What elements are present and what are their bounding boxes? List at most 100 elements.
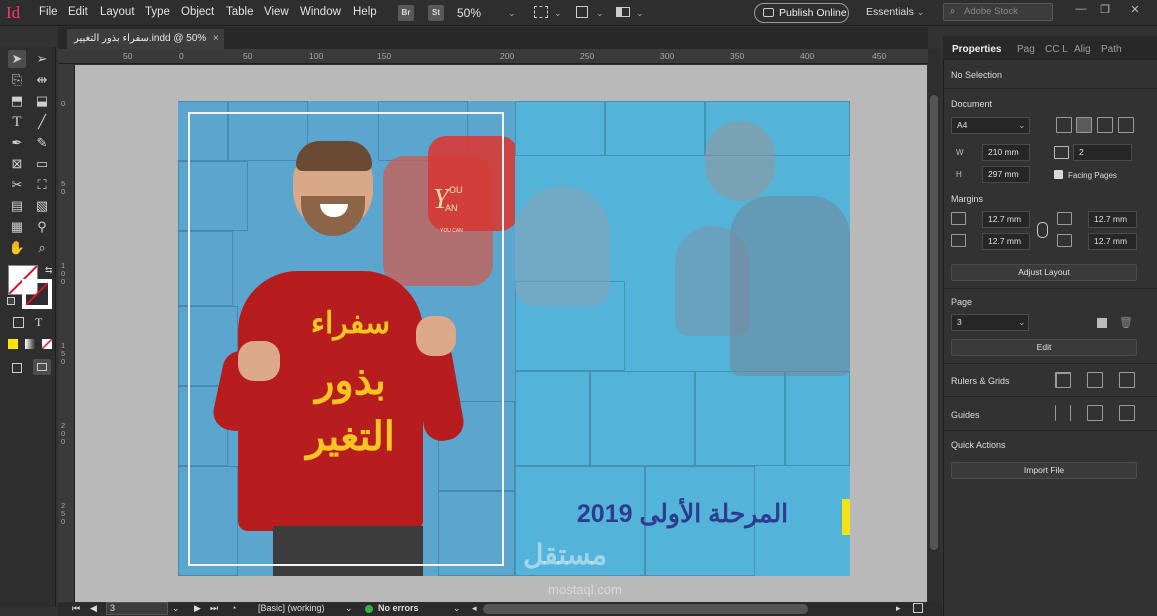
adobe-stock-search[interactable]: ⌕ Adobe Stock (943, 3, 1053, 21)
document-grid-icon[interactable] (1119, 372, 1135, 388)
zoom-dropdown-icon[interactable]: ⌄ (508, 8, 516, 19)
selection-tool-icon[interactable]: ➤ (8, 50, 26, 68)
pen-tool-icon[interactable]: ✒ (8, 134, 26, 152)
apply-color-icon[interactable] (8, 339, 18, 349)
edit-page-button[interactable]: Edit (951, 339, 1137, 356)
content-collector-icon[interactable]: ⬒ (8, 92, 26, 110)
stock-button[interactable]: St (428, 5, 444, 21)
binding-left-icon[interactable] (1076, 117, 1092, 133)
gradient-feather-tool-icon[interactable]: ▧ (33, 197, 51, 215)
gradient-swatch-tool-icon[interactable]: ▤ (8, 197, 26, 215)
delete-page-icon[interactable]: 🗑 (1119, 316, 1133, 329)
rectangle-tool-icon[interactable]: ▭ (33, 155, 51, 173)
menu-window[interactable]: Window (300, 6, 341, 18)
stroke-swatch[interactable] (22, 279, 52, 309)
guides-lock-icon[interactable] (1087, 405, 1103, 421)
tab-pathfinder[interactable]: Path (1101, 44, 1122, 55)
tab-cc-libraries[interactable]: CC L (1045, 44, 1068, 55)
arrange-documents-icon[interactable] (616, 7, 630, 17)
zoom-level[interactable]: 50% (457, 6, 481, 20)
gap-tool-icon[interactable]: ⇹ (33, 71, 51, 89)
hand-tool-icon[interactable]: ✋ (8, 239, 26, 257)
tab-align[interactable]: Alig (1074, 44, 1091, 55)
margin-inside-field[interactable]: 12.7 mm (1088, 211, 1137, 228)
margin-bottom-field[interactable]: 12.7 mm (982, 233, 1030, 250)
screen-mode-tool-icon[interactable] (33, 359, 51, 375)
menu-file[interactable]: File (39, 6, 58, 18)
import-file-button[interactable]: Import File (951, 462, 1137, 479)
errors-dropdown-icon[interactable]: ⌄ (453, 603, 461, 614)
swap-fill-stroke-icon[interactable]: ⇆ (45, 265, 53, 276)
page-size-select[interactable]: A4 ⌄ (951, 117, 1030, 134)
document-tab[interactable]: سفراء بذور التغيير.indd @ 50% × (67, 29, 224, 49)
menu-layout[interactable]: Layout (100, 6, 135, 18)
menu-view[interactable]: View (264, 6, 289, 18)
first-page-icon[interactable]: ⏮ (72, 603, 80, 614)
default-fill-stroke-icon[interactable] (7, 297, 15, 305)
landscape-orientation-icon[interactable] (1118, 117, 1134, 133)
binding-right-icon[interactable] (1097, 117, 1113, 133)
restore-icon[interactable]: ❐ (1094, 3, 1116, 19)
bridge-button[interactable]: Br (398, 5, 414, 21)
page-number-field[interactable]: 3 (106, 602, 168, 615)
horizontal-scrollbar[interactable] (483, 604, 808, 614)
apply-none-icon[interactable] (41, 338, 53, 350)
margin-top-field[interactable]: 12.7 mm (982, 211, 1030, 228)
scissors-tool-icon[interactable]: ✂ (8, 176, 26, 194)
adjust-layout-button[interactable]: Adjust Layout (951, 264, 1137, 281)
page-right-back[interactable]: المرحلة الأولى 2019 (515, 101, 850, 576)
ruler-toggle-icon[interactable] (1055, 372, 1071, 388)
apply-gradient-icon[interactable] (25, 339, 35, 349)
preflight-profile[interactable]: [Basic] (working) (258, 603, 325, 613)
scroll-right-icon[interactable]: ▸ (896, 603, 901, 614)
screen-mode-icon[interactable] (576, 6, 588, 18)
normal-view-icon[interactable] (12, 363, 22, 373)
close-icon[interactable]: ✕ (1124, 3, 1146, 19)
view-box-icon[interactable] (913, 603, 923, 613)
formatting-text-icon[interactable]: T (35, 315, 42, 330)
height-field[interactable]: 297 mm (982, 166, 1030, 183)
view-options-dropdown-icon[interactable]: ⌄ (554, 8, 562, 19)
facing-pages-checkbox[interactable] (1054, 170, 1063, 179)
screen-mode-dropdown-icon[interactable]: ⌄ (596, 8, 604, 19)
page-tool-icon[interactable]: ⎘ (8, 71, 26, 89)
eyedropper-tool-icon[interactable]: ⚲ (33, 218, 51, 236)
new-page-icon[interactable] (1097, 318, 1107, 328)
menu-type[interactable]: Type (145, 6, 170, 18)
open-page-icon[interactable]: ◔ (231, 603, 236, 613)
smart-guides-icon[interactable] (1119, 405, 1135, 421)
tab-pages[interactable]: Pag (1017, 44, 1035, 55)
minimize-icon[interactable]: — (1070, 3, 1092, 19)
scrollbar-thumb[interactable] (930, 95, 938, 550)
profile-dropdown-icon[interactable]: ⌄ (345, 603, 353, 614)
close-tab-icon[interactable]: × (213, 29, 219, 49)
number-of-pages-field[interactable]: 2 (1073, 144, 1132, 161)
margin-outside-field[interactable]: 12.7 mm (1088, 233, 1137, 250)
tab-properties[interactable]: Properties (952, 44, 1001, 55)
view-options-icon[interactable] (534, 6, 548, 18)
menu-object[interactable]: Object (181, 6, 214, 18)
scroll-left-icon[interactable]: ◂ (472, 603, 477, 614)
guides-show-icon[interactable] (1055, 405, 1071, 421)
rectangle-frame-tool-icon[interactable]: ⊠ (8, 155, 26, 173)
errors-status[interactable]: No errors (378, 603, 419, 613)
menu-help[interactable]: Help (353, 6, 377, 18)
workspace-switcher[interactable]: Essentials ⌄ (866, 6, 924, 18)
menu-edit[interactable]: Edit (68, 6, 88, 18)
next-page-icon[interactable]: ▶ (194, 603, 201, 614)
arrange-dropdown-icon[interactable]: ⌄ (636, 8, 644, 19)
direct-selection-tool-icon[interactable]: ➢ (33, 50, 51, 68)
zoom-tool-icon[interactable]: ⌕ (33, 239, 51, 257)
formatting-container-icon[interactable] (13, 317, 24, 328)
baseline-grid-icon[interactable] (1087, 372, 1103, 388)
last-page-icon[interactable]: ⏭ (210, 603, 218, 614)
publish-online-button[interactable]: Publish Online (754, 3, 849, 23)
line-tool-icon[interactable]: ╱ (33, 113, 51, 131)
content-placer-icon[interactable]: ⬓ (33, 92, 51, 110)
link-margins-icon[interactable] (1037, 222, 1048, 238)
pencil-tool-icon[interactable]: ✎ (33, 134, 51, 152)
type-tool-icon[interactable]: T (8, 113, 26, 131)
note-tool-icon[interactable]: ▦ (8, 218, 26, 236)
page-select[interactable]: 3 ⌄ (951, 314, 1029, 331)
free-transform-tool-icon[interactable]: ⛶ (33, 176, 51, 194)
